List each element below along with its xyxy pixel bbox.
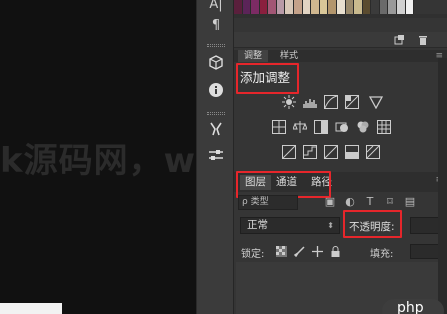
fill-label: 填充: (370, 249, 394, 260)
brightness-icon[interactable] (282, 95, 296, 109)
character-panel-icon[interactable]: A| (206, 0, 226, 14)
color-swatch[interactable] (294, 0, 303, 14)
filter-shape-icon[interactable]: ⌑ (384, 196, 396, 208)
blend-mode-value: 正常 (247, 219, 268, 231)
brush-settings-icon[interactable] (206, 148, 226, 166)
php-logo: php (382, 299, 444, 314)
info-icon[interactable] (206, 82, 226, 100)
paragraph-panel-icon[interactable]: ¶ (206, 17, 226, 35)
panel-scrollbar[interactable] (438, 58, 447, 314)
3d-cube-icon[interactable] (206, 55, 226, 73)
highlight-layers-tabs (236, 171, 331, 198)
lock-transparent-icon[interactable] (276, 246, 287, 257)
vibrance-icon[interactable] (369, 95, 383, 109)
curves-icon[interactable] (324, 95, 338, 109)
filter-smart-object-icon[interactable]: ▤ (404, 196, 416, 208)
chevron-updown-icon: ⬍ (327, 221, 334, 230)
posterize-icon[interactable] (303, 145, 317, 159)
filter-pixel-icon[interactable]: ▣ (324, 196, 336, 208)
panel-grip[interactable] (207, 44, 225, 47)
channel-mixer-icon[interactable] (356, 120, 370, 134)
delete-swatch-icon[interactable] (418, 35, 428, 45)
color-swatch[interactable] (371, 0, 380, 14)
color-swatch[interactable] (336, 0, 346, 14)
color-swatch[interactable] (379, 0, 389, 14)
color-swatch[interactable] (242, 0, 252, 14)
black-white-icon[interactable] (314, 120, 328, 134)
swatches-panel[interactable] (234, 0, 415, 14)
new-swatch-icon[interactable] (394, 35, 404, 45)
swatches-toolbar (234, 32, 447, 48)
color-swatch[interactable] (276, 0, 286, 14)
hue-saturation-icon[interactable] (272, 120, 286, 134)
php-logo-text: php (397, 300, 424, 314)
color-lookup-icon[interactable] (377, 120, 391, 134)
invert-icon[interactable] (282, 145, 296, 159)
tool-presets-icon[interactable] (206, 121, 226, 139)
panel-grip[interactable] (207, 112, 225, 115)
lock-row: 锁定: 填充: (236, 244, 447, 260)
color-swatch[interactable] (234, 0, 243, 14)
color-swatch[interactable] (259, 0, 269, 14)
canvas-white-block (0, 303, 62, 314)
lock-paint-brush-icon[interactable] (294, 246, 305, 257)
color-swatch[interactable] (285, 0, 295, 14)
panel-icon-column: A| ¶ (196, 0, 234, 314)
selective-color-icon[interactable] (366, 145, 380, 159)
color-swatch[interactable] (405, 0, 415, 14)
lock-label: 锁定: (241, 249, 265, 260)
photo-filter-icon[interactable] (335, 120, 349, 134)
lock-move-icon[interactable] (312, 246, 323, 257)
tab-adjustments[interactable]: 调整 (238, 50, 269, 62)
color-swatch[interactable] (362, 0, 372, 14)
color-swatch[interactable] (328, 0, 337, 14)
color-swatch[interactable] (268, 0, 277, 14)
threshold-icon[interactable] (324, 145, 338, 159)
color-swatch[interactable] (302, 0, 312, 14)
levels-icon[interactable] (303, 95, 317, 109)
layer-filter-row: ρ 类型 ▣ ◐ T ⌑ ▤ (236, 195, 447, 211)
color-swatch[interactable] (396, 0, 406, 14)
color-swatch[interactable] (388, 0, 397, 14)
gradient-map-icon[interactable] (345, 145, 359, 159)
lock-all-icon[interactable] (330, 246, 341, 257)
highlight-add-adjustment (236, 63, 299, 94)
color-swatch[interactable] (319, 0, 329, 14)
blend-mode-select[interactable]: 正常 ⬍ (240, 217, 340, 234)
blend-row: 正常 ⬍ 不透明度: (236, 216, 447, 236)
filter-type-icon[interactable]: T (364, 196, 376, 208)
color-swatch[interactable] (251, 0, 260, 14)
swatches-scroll (234, 14, 447, 18)
color-balance-icon[interactable] (293, 120, 307, 134)
color-swatch[interactable] (354, 0, 363, 14)
adjustments-tabbar: 调整 样式 ≡ (234, 50, 447, 62)
color-swatch[interactable] (311, 0, 320, 14)
highlight-opacity (343, 210, 402, 238)
filter-adjustment-icon[interactable]: ◐ (344, 196, 356, 208)
filter-kind-select[interactable]: ρ 类型 (238, 195, 298, 210)
exposure-icon[interactable] (345, 95, 359, 109)
tab-styles[interactable]: 样式 (274, 50, 304, 62)
color-swatch[interactable] (345, 0, 355, 14)
